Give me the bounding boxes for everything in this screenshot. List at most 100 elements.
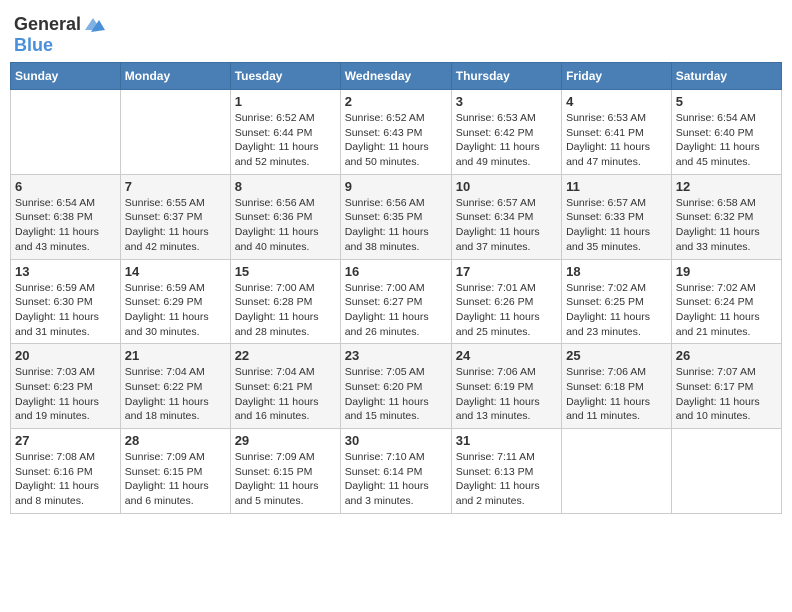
day-number: 2	[345, 94, 447, 109]
calendar-cell: 28Sunrise: 7:09 AMSunset: 6:15 PMDayligh…	[120, 429, 230, 514]
day-info: Sunrise: 7:07 AMSunset: 6:17 PMDaylight:…	[676, 365, 777, 424]
day-info: Sunrise: 7:03 AMSunset: 6:23 PMDaylight:…	[15, 365, 116, 424]
day-info: Sunrise: 6:57 AMSunset: 6:34 PMDaylight:…	[456, 196, 557, 255]
day-number: 18	[566, 264, 667, 279]
weekday-header-wednesday: Wednesday	[340, 63, 451, 90]
day-number: 13	[15, 264, 116, 279]
day-number: 5	[676, 94, 777, 109]
calendar-cell: 8 Sunrise: 6:56 AMSunset: 6:36 PMDaylight…	[230, 174, 340, 259]
page-header: General Blue	[10, 10, 782, 56]
day-number: 23	[345, 348, 447, 363]
weekday-header-thursday: Thursday	[451, 63, 561, 90]
week-row-1: 1 Sunrise: 6:52 AMSunset: 6:44 PMDaylight…	[11, 90, 782, 175]
calendar-cell: 3 Sunrise: 6:53 AMSunset: 6:42 PMDaylight…	[451, 90, 561, 175]
day-number: 27	[15, 433, 116, 448]
day-number: 26	[676, 348, 777, 363]
day-number: 12	[676, 179, 777, 194]
day-number: 9	[345, 179, 447, 194]
day-number: 20	[15, 348, 116, 363]
calendar-cell: 2 Sunrise: 6:52 AMSunset: 6:43 PMDaylight…	[340, 90, 451, 175]
logo-icon	[81, 16, 105, 34]
day-number: 3	[456, 94, 557, 109]
day-number: 31	[456, 433, 557, 448]
calendar-cell: 14Sunrise: 6:59 AMSunset: 6:29 PMDayligh…	[120, 259, 230, 344]
day-info: Sunrise: 6:53 AMSunset: 6:42 PMDaylight:…	[456, 111, 557, 170]
day-info: Sunrise: 6:57 AMSunset: 6:33 PMDaylight:…	[566, 196, 667, 255]
calendar-cell: 12 Sunrise: 6:58 AMSunset: 6:32 PMDayligh…	[671, 174, 781, 259]
day-number: 19	[676, 264, 777, 279]
calendar-cell: 4Sunrise: 6:53 AMSunset: 6:41 PMDaylight…	[562, 90, 672, 175]
calendar-table: SundayMondayTuesdayWednesdayThursdayFrid…	[10, 62, 782, 514]
week-row-2: 6 Sunrise: 6:54 AMSunset: 6:38 PMDaylight…	[11, 174, 782, 259]
calendar-cell: 20 Sunrise: 7:03 AMSunset: 6:23 PMDayligh…	[11, 344, 121, 429]
day-info: Sunrise: 7:06 AMSunset: 6:19 PMDaylight:…	[456, 365, 557, 424]
week-row-4: 20 Sunrise: 7:03 AMSunset: 6:23 PMDayligh…	[11, 344, 782, 429]
day-info: Sunrise: 7:01 AMSunset: 6:26 PMDaylight:…	[456, 281, 557, 340]
day-info: Sunrise: 6:56 AMSunset: 6:35 PMDaylight:…	[345, 196, 447, 255]
calendar-cell: 16 Sunrise: 7:00 AMSunset: 6:27 PMDayligh…	[340, 259, 451, 344]
calendar-cell	[562, 429, 672, 514]
calendar-cell: 1 Sunrise: 6:52 AMSunset: 6:44 PMDaylight…	[230, 90, 340, 175]
day-info: Sunrise: 7:02 AMSunset: 6:24 PMDaylight:…	[676, 281, 777, 340]
day-number: 16	[345, 264, 447, 279]
weekday-header-tuesday: Tuesday	[230, 63, 340, 90]
day-info: Sunrise: 7:11 AMSunset: 6:13 PMDaylight:…	[456, 450, 557, 509]
day-info: Sunrise: 6:54 AMSunset: 6:40 PMDaylight:…	[676, 111, 777, 170]
day-info: Sunrise: 6:56 AMSunset: 6:36 PMDaylight:…	[235, 196, 336, 255]
day-number: 1	[235, 94, 336, 109]
calendar-cell: 9 Sunrise: 6:56 AMSunset: 6:35 PMDaylight…	[340, 174, 451, 259]
weekday-header-monday: Monday	[120, 63, 230, 90]
day-number: 6	[15, 179, 116, 194]
calendar-cell: 5 Sunrise: 6:54 AMSunset: 6:40 PMDaylight…	[671, 90, 781, 175]
weekday-header-sunday: Sunday	[11, 63, 121, 90]
day-number: 22	[235, 348, 336, 363]
day-number: 30	[345, 433, 447, 448]
logo: General Blue	[14, 14, 105, 56]
logo-blue-text: Blue	[14, 35, 53, 56]
day-info: Sunrise: 7:00 AMSunset: 6:27 PMDaylight:…	[345, 281, 447, 340]
day-info: Sunrise: 6:52 AMSunset: 6:44 PMDaylight:…	[235, 111, 336, 170]
day-info: Sunrise: 6:52 AMSunset: 6:43 PMDaylight:…	[345, 111, 447, 170]
calendar-cell: 6 Sunrise: 6:54 AMSunset: 6:38 PMDaylight…	[11, 174, 121, 259]
calendar-cell: 21 Sunrise: 7:04 AMSunset: 6:22 PMDayligh…	[120, 344, 230, 429]
day-info: Sunrise: 6:59 AMSunset: 6:30 PMDaylight:…	[15, 281, 116, 340]
day-number: 15	[235, 264, 336, 279]
calendar-cell: 17Sunrise: 7:01 AMSunset: 6:26 PMDayligh…	[451, 259, 561, 344]
day-info: Sunrise: 7:08 AMSunset: 6:16 PMDaylight:…	[15, 450, 116, 509]
calendar-cell: 18Sunrise: 7:02 AMSunset: 6:25 PMDayligh…	[562, 259, 672, 344]
calendar-cell: 10 Sunrise: 6:57 AMSunset: 6:34 PMDayligh…	[451, 174, 561, 259]
week-row-5: 27 Sunrise: 7:08 AMSunset: 6:16 PMDayligh…	[11, 429, 782, 514]
weekday-header-friday: Friday	[562, 63, 672, 90]
day-number: 8	[235, 179, 336, 194]
day-info: Sunrise: 6:55 AMSunset: 6:37 PMDaylight:…	[125, 196, 226, 255]
day-info: Sunrise: 6:54 AMSunset: 6:38 PMDaylight:…	[15, 196, 116, 255]
weekday-header-saturday: Saturday	[671, 63, 781, 90]
calendar-cell: 27 Sunrise: 7:08 AMSunset: 6:16 PMDayligh…	[11, 429, 121, 514]
calendar-cell: 30 Sunrise: 7:10 AMSunset: 6:14 PMDayligh…	[340, 429, 451, 514]
day-info: Sunrise: 6:59 AMSunset: 6:29 PMDaylight:…	[125, 281, 226, 340]
day-number: 7	[125, 179, 226, 194]
calendar-cell: 19 Sunrise: 7:02 AMSunset: 6:24 PMDayligh…	[671, 259, 781, 344]
calendar-cell: 7 Sunrise: 6:55 AMSunset: 6:37 PMDaylight…	[120, 174, 230, 259]
calendar-cell: 11Sunrise: 6:57 AMSunset: 6:33 PMDayligh…	[562, 174, 672, 259]
day-info: Sunrise: 7:06 AMSunset: 6:18 PMDaylight:…	[566, 365, 667, 424]
day-number: 25	[566, 348, 667, 363]
calendar-cell: 15 Sunrise: 7:00 AMSunset: 6:28 PMDayligh…	[230, 259, 340, 344]
day-number: 21	[125, 348, 226, 363]
calendar-cell: 31 Sunrise: 7:11 AMSunset: 6:13 PMDayligh…	[451, 429, 561, 514]
day-number: 10	[456, 179, 557, 194]
logo-general-text: General	[14, 14, 81, 35]
calendar-cell: 13 Sunrise: 6:59 AMSunset: 6:30 PMDayligh…	[11, 259, 121, 344]
day-info: Sunrise: 7:04 AMSunset: 6:22 PMDaylight:…	[125, 365, 226, 424]
calendar-cell	[671, 429, 781, 514]
day-info: Sunrise: 6:58 AMSunset: 6:32 PMDaylight:…	[676, 196, 777, 255]
calendar-cell: 22Sunrise: 7:04 AMSunset: 6:21 PMDayligh…	[230, 344, 340, 429]
calendar-cell: 29Sunrise: 7:09 AMSunset: 6:15 PMDayligh…	[230, 429, 340, 514]
day-info: Sunrise: 7:10 AMSunset: 6:14 PMDaylight:…	[345, 450, 447, 509]
week-row-3: 13 Sunrise: 6:59 AMSunset: 6:30 PMDayligh…	[11, 259, 782, 344]
weekday-header-row: SundayMondayTuesdayWednesdayThursdayFrid…	[11, 63, 782, 90]
calendar-cell: 24Sunrise: 7:06 AMSunset: 6:19 PMDayligh…	[451, 344, 561, 429]
day-info: Sunrise: 7:09 AMSunset: 6:15 PMDaylight:…	[125, 450, 226, 509]
day-info: Sunrise: 7:09 AMSunset: 6:15 PMDaylight:…	[235, 450, 336, 509]
day-info: Sunrise: 7:00 AMSunset: 6:28 PMDaylight:…	[235, 281, 336, 340]
